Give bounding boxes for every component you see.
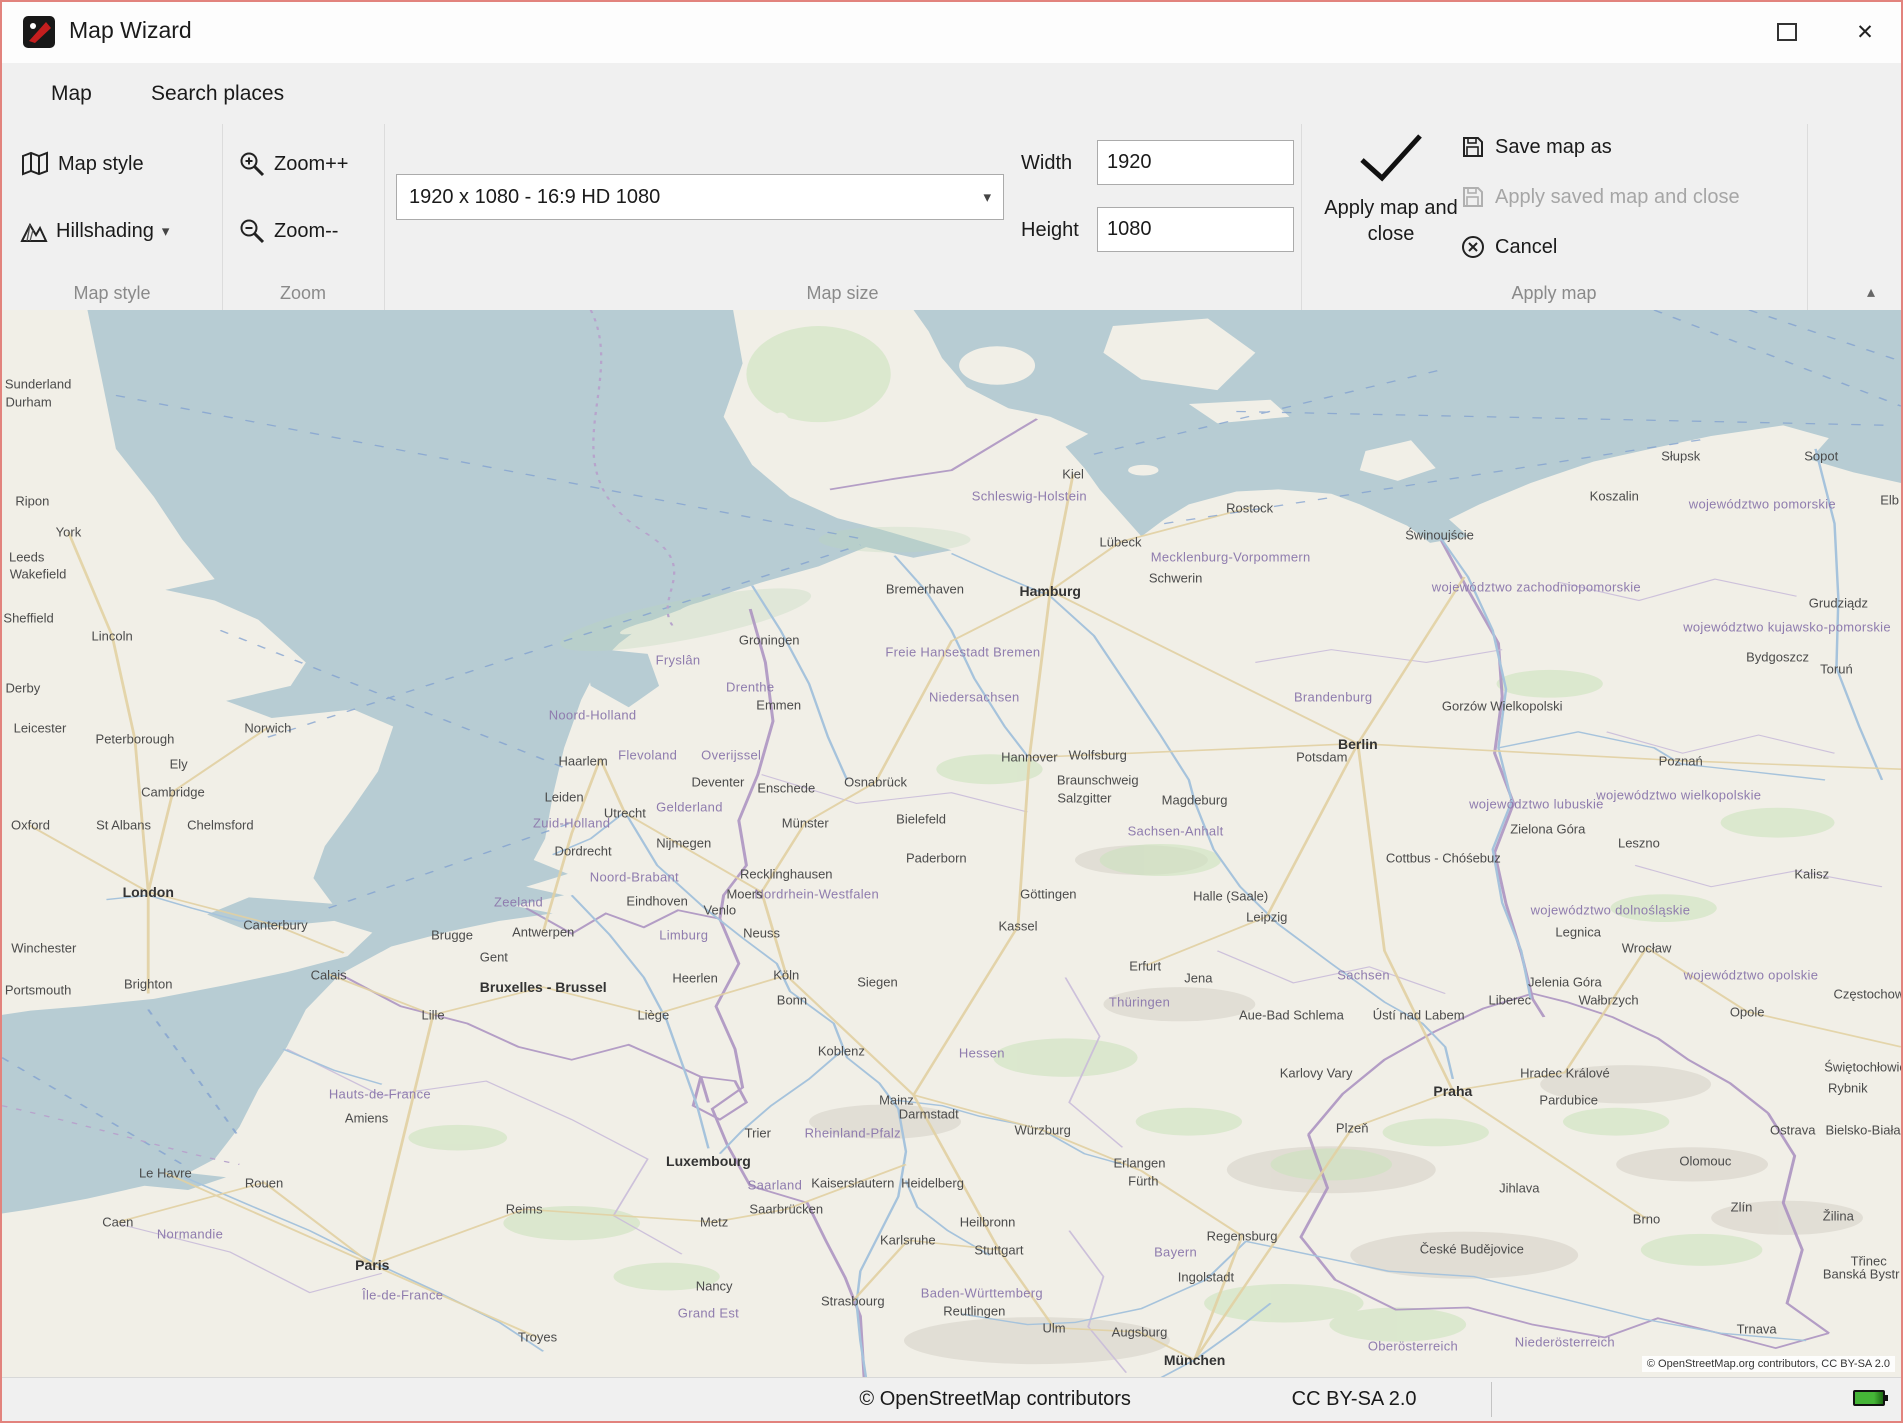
apply-map-and-close-label: Apply map and close [1307, 195, 1475, 247]
save-icon [1460, 134, 1486, 160]
status-bar: © OpenStreetMap contributors CC BY-SA 2.… [2, 1377, 1901, 1421]
hillshade-layer [809, 845, 1863, 1364]
battery-indicator-icon [1853, 1390, 1885, 1406]
hillshading-label: Hillshading [56, 220, 154, 243]
ribbon-collapse-button[interactable]: ▴ [1867, 282, 1875, 302]
status-license: CC BY-SA 2.0 [1292, 1378, 1417, 1421]
ribbon-group-map-size: 1920 x 1080 - 16:9 HD 1080 ▾ Width Heigh… [384, 124, 1302, 310]
map-style-button[interactable]: Map style [20, 142, 144, 186]
save-icon [1460, 184, 1486, 210]
hillshading-button[interactable]: Hillshading ▾ [20, 209, 169, 253]
check-icon [1354, 130, 1428, 184]
save-map-as-button[interactable]: Save map as [1460, 126, 1612, 168]
status-copyright: © OpenStreetMap contributors [859, 1378, 1131, 1421]
width-label: Width [1021, 152, 1072, 175]
ribbon-group-zoom: Zoom++ Zoom-- Zoom [222, 124, 385, 310]
zoom-out-label: Zoom-- [274, 220, 338, 243]
group-caption-map-style: Map style [2, 283, 222, 304]
tab-map-label: Map [51, 82, 92, 106]
close-icon: ✕ [1856, 20, 1874, 45]
save-map-as-label: Save map as [1495, 136, 1612, 159]
chevron-down-icon: ▾ [983, 188, 991, 206]
map-attribution: © OpenStreetMap.org contributors, CC BY-… [1642, 1356, 1895, 1372]
menu-bar: Map Search places [2, 63, 1901, 124]
map-style-label: Map style [58, 153, 144, 176]
maximize-icon [1777, 23, 1797, 41]
tab-search-places-label: Search places [151, 82, 284, 106]
ribbon: Map style Hillshading ▾ Map style Z [2, 124, 1901, 311]
chevron-down-icon: ▾ [162, 222, 170, 240]
window-title: Map Wizard [69, 17, 192, 44]
status-separator [1491, 1382, 1492, 1417]
zoom-in-label: Zoom++ [274, 153, 348, 176]
map-canvas [2, 310, 1901, 1378]
zoom-in-icon [238, 150, 266, 178]
height-input[interactable] [1097, 207, 1294, 252]
apply-map-and-close-button[interactable]: Apply map and close [1307, 130, 1475, 247]
map-icon [20, 149, 50, 179]
group-caption-apply-map: Apply map [1301, 283, 1807, 304]
zoom-in-button[interactable]: Zoom++ [238, 142, 348, 186]
tab-map[interactable]: Map [51, 63, 92, 124]
close-button[interactable]: ✕ [1839, 10, 1891, 54]
app-window: Map Wizard ✕ Map Search places Map style [0, 0, 1903, 1423]
tab-search-places[interactable]: Search places [151, 63, 284, 124]
apply-saved-map-label: Apply saved map and close [1495, 186, 1740, 209]
maximize-button[interactable] [1761, 10, 1813, 54]
zoom-out-icon [238, 217, 266, 245]
map-viewport[interactable]: SunderlandDurhamRiponYorkLeedsWakefieldS… [2, 310, 1901, 1378]
cancel-icon [1460, 234, 1486, 260]
width-input[interactable] [1097, 140, 1294, 185]
title-bar: Map Wizard ✕ [2, 2, 1901, 63]
height-label: Height [1021, 219, 1079, 242]
zoom-out-button[interactable]: Zoom-- [238, 209, 338, 253]
cancel-button[interactable]: Cancel [1460, 226, 1557, 268]
map-size-preset-select[interactable]: 1920 x 1080 - 16:9 HD 1080 ▾ [396, 174, 1004, 220]
ribbon-group-map-style: Map style Hillshading ▾ Map style [2, 124, 223, 310]
group-caption-map-size: Map size [384, 283, 1301, 304]
cancel-label: Cancel [1495, 236, 1557, 259]
group-caption-zoom: Zoom [222, 283, 384, 304]
map-size-preset-value: 1920 x 1080 - 16:9 HD 1080 [409, 186, 660, 209]
ribbon-group-apply-map: Apply map and close Save map as Apply sa… [1301, 124, 1808, 310]
apply-saved-map-button[interactable]: Apply saved map and close [1460, 176, 1740, 218]
app-logo-icon [22, 15, 56, 49]
hillshading-icon [20, 217, 48, 245]
